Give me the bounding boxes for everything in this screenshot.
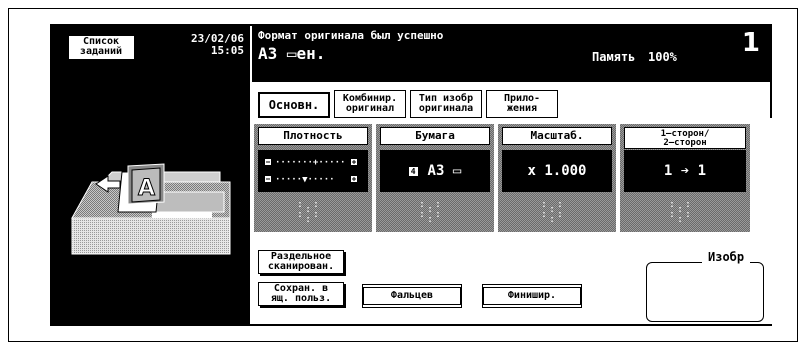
time: 15:05 xyxy=(210,44,244,57)
separate-scan-label-2: сканирован. xyxy=(267,261,335,272)
tab-type-label-2: оригинала xyxy=(418,103,474,114)
zoom-more-icon: : : :: : : xyxy=(540,199,566,225)
job-list-button[interactable]: Список заданий xyxy=(66,33,136,61)
fold-label: Фальцев xyxy=(363,287,461,305)
paper-more-icon: : : :: : : xyxy=(418,199,444,225)
svg-text:A: A xyxy=(138,176,155,201)
paper-tray-badge: 4 xyxy=(408,166,418,176)
save-to-box-button[interactable]: Сохран. в ящ. польз. xyxy=(258,282,344,306)
duplex-title-2: 2–сторон xyxy=(663,138,707,148)
duplex-card[interactable]: 1–сторон/ 2–сторон 1 ➔ 1 : : :: : : xyxy=(620,124,750,232)
image-group-box xyxy=(646,262,764,322)
original-format: A3 ▭ен. xyxy=(258,44,326,63)
job-list-label-2: заданий xyxy=(79,46,123,57)
tab-combine-original[interactable]: Комбинир. оригинал xyxy=(334,90,406,118)
status-message: Формат оригинала был успешно xyxy=(258,29,444,42)
duplex-value: 1 ➔ 1 xyxy=(624,150,746,192)
tab-basic-label: Основн. xyxy=(268,98,320,112)
paper-value: A3 ▭ xyxy=(427,163,462,179)
paper-title: Бумага xyxy=(380,127,490,145)
paper-card[interactable]: Бумага 4 A3 ▭ : : :: : : xyxy=(376,124,494,232)
density-title: Плотность xyxy=(258,127,368,145)
density-slider-icon: ·······+····· ·····▼····· xyxy=(265,158,357,185)
scanner-illustration: A xyxy=(71,163,231,255)
svg-text:·······+·····: ·······+····· xyxy=(275,158,345,168)
tab-combine-label-2: оригинал xyxy=(345,103,395,114)
memory-value: 100% xyxy=(648,50,677,64)
copy-count: 1 xyxy=(741,28,760,58)
tab-apps-label-2: жения xyxy=(506,103,538,114)
zoom-title: Масштаб. xyxy=(502,127,612,145)
memory-label: Память xyxy=(592,50,636,64)
density-more-icon: : : :: : : xyxy=(296,199,322,225)
finish-button[interactable]: Финишир. xyxy=(482,284,582,308)
copier-panel: Список заданий 23/02/06 15:05 A Формат о… xyxy=(50,24,772,326)
status-bar: Формат оригинала был успешно A3 ▭ен. Пам… xyxy=(252,26,772,82)
save-box-label-2: ящ. польз. xyxy=(270,293,332,304)
paper-A-icon: A xyxy=(117,163,165,213)
date-time: 23/02/06 15:05 xyxy=(152,33,244,57)
paper-value-box: 4 A3 ▭ xyxy=(380,150,490,192)
zoom-value: x 1.000 xyxy=(502,150,612,192)
finish-label: Финишир. xyxy=(483,287,581,305)
zoom-card[interactable]: Масштаб. x 1.000 : : :: : : xyxy=(498,124,616,232)
separate-scan-button[interactable]: Раздельное сканирован. xyxy=(258,250,344,274)
fold-button[interactable]: Фальцев xyxy=(362,284,462,308)
scanner-preview: A xyxy=(52,82,250,324)
tab-basic[interactable]: Основн. xyxy=(258,92,330,118)
tab-applications[interactable]: Прило- жения xyxy=(486,90,558,118)
duplex-title: 1–сторон/ 2–сторон xyxy=(624,127,746,149)
svg-text:·····▼·····: ·····▼····· xyxy=(275,175,335,185)
duplex-more-icon: : : :: : : xyxy=(668,199,694,225)
density-card[interactable]: Плотность ·······+····· ·····▼····· : : … xyxy=(254,124,372,232)
tab-original-type[interactable]: Тип изобр оригинала xyxy=(410,90,482,118)
job-header: Список заданий 23/02/06 15:05 xyxy=(52,26,250,82)
image-label: Изобр xyxy=(702,250,751,264)
density-scale: ·······+····· ·····▼····· xyxy=(258,150,368,192)
